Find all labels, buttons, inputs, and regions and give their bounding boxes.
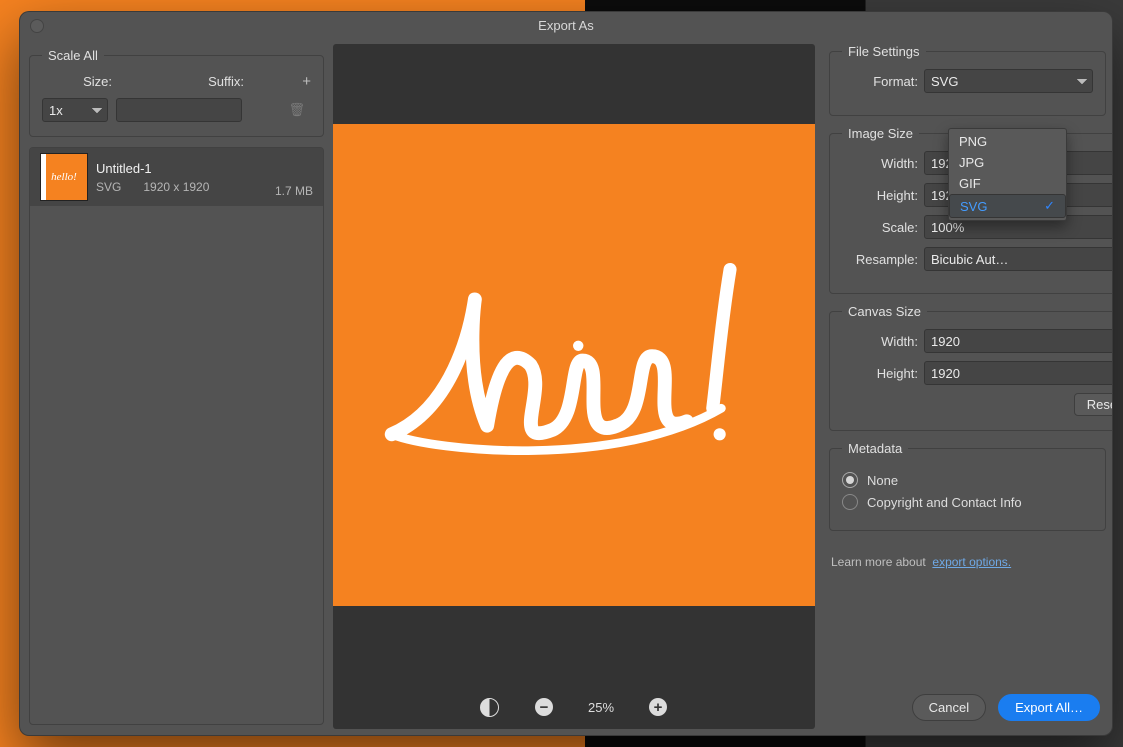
canvas-height-input[interactable] xyxy=(924,361,1113,385)
canvas-width-label: Width: xyxy=(842,334,918,349)
preview-toolbar: − 25% + xyxy=(333,685,815,729)
close-window-button[interactable] xyxy=(30,19,44,33)
format-option-png[interactable]: PNG xyxy=(949,131,1066,152)
contrast-toggle[interactable] xyxy=(480,697,500,717)
scale-all-group: Scale All Size: Suffix: + 1x 🗑 xyxy=(29,48,324,137)
canvas-size-legend: Canvas Size xyxy=(842,304,927,319)
titlebar[interactable]: Export As xyxy=(20,12,1112,38)
format-option-svg[interactable]: SVG✓ xyxy=(949,194,1066,218)
reset-button[interactable]: Reset xyxy=(1074,393,1113,416)
file-settings-group: File Settings Format: SVG PNG JPG GIF SV… xyxy=(829,44,1106,116)
metadata-none-radio[interactable]: None xyxy=(842,472,1093,488)
image-height-label: Height: xyxy=(842,188,918,203)
format-dropdown[interactable]: PNG JPG GIF SVG✓ xyxy=(948,128,1067,221)
size-select[interactable]: 1x xyxy=(42,98,108,122)
radio-icon xyxy=(842,494,858,510)
metadata-copyright-radio[interactable]: Copyright and Contact Info xyxy=(842,494,1093,510)
metadata-group: Metadata None Copyright and Contact Info xyxy=(829,441,1106,531)
canvas-height-label: Height: xyxy=(842,366,918,381)
asset-name: Untitled-1 xyxy=(96,161,209,176)
format-option-jpg[interactable]: JPG xyxy=(949,152,1066,173)
export-all-button[interactable]: Export All… xyxy=(998,694,1100,721)
asset-thumbnail: hello! xyxy=(40,153,88,201)
suffix-label: Suffix: xyxy=(124,74,252,89)
hello-script-icon xyxy=(357,148,791,582)
asset-row[interactable]: hello! Untitled-1 SVG 1920 x 1920 1.7 MB xyxy=(30,148,323,206)
preview-panel: − 25% + xyxy=(333,44,815,729)
image-size-legend: Image Size xyxy=(842,126,919,141)
radio-icon xyxy=(842,472,858,488)
delete-scale-button: 🗑 xyxy=(282,101,311,119)
file-settings-legend: File Settings xyxy=(842,44,926,59)
format-label: Format: xyxy=(842,74,918,89)
scale-label: Scale: xyxy=(842,220,918,235)
asset-list: hello! Untitled-1 SVG 1920 x 1920 1.7 MB xyxy=(29,147,324,725)
resample-label: Resample: xyxy=(842,252,918,267)
asset-format: SVG xyxy=(96,180,121,194)
zoom-level: 25% xyxy=(588,700,614,715)
asset-filesize: 1.7 MB xyxy=(275,184,313,198)
export-options-link[interactable]: export options. xyxy=(932,555,1011,569)
suffix-input[interactable] xyxy=(116,98,242,122)
learn-more-text: Learn more about export options. xyxy=(831,555,1106,569)
cancel-button[interactable]: Cancel xyxy=(912,694,986,721)
check-icon: ✓ xyxy=(1044,198,1055,214)
image-width-label: Width: xyxy=(842,156,918,171)
size-label: Size: xyxy=(42,74,120,89)
resample-select[interactable]: Bicubic Aut… xyxy=(924,247,1113,271)
artwork-preview xyxy=(333,124,815,606)
canvas-size-group: Canvas Size Width: px Height: px Reset xyxy=(829,304,1113,431)
canvas-width-input[interactable] xyxy=(924,329,1113,353)
asset-dimensions: 1920 x 1920 xyxy=(143,180,209,194)
zoom-in-button[interactable]: + xyxy=(648,697,668,717)
export-as-dialog: Export As Scale All Size: Suffix: + 1x 🗑 xyxy=(19,11,1113,736)
zoom-out-button[interactable]: − xyxy=(534,697,554,717)
scale-all-legend: Scale All xyxy=(42,48,104,63)
window-title: Export As xyxy=(538,18,594,33)
add-scale-button[interactable]: + xyxy=(302,73,311,90)
format-option-gif[interactable]: GIF xyxy=(949,173,1066,194)
metadata-legend: Metadata xyxy=(842,441,908,456)
format-select[interactable]: SVG xyxy=(924,69,1093,93)
